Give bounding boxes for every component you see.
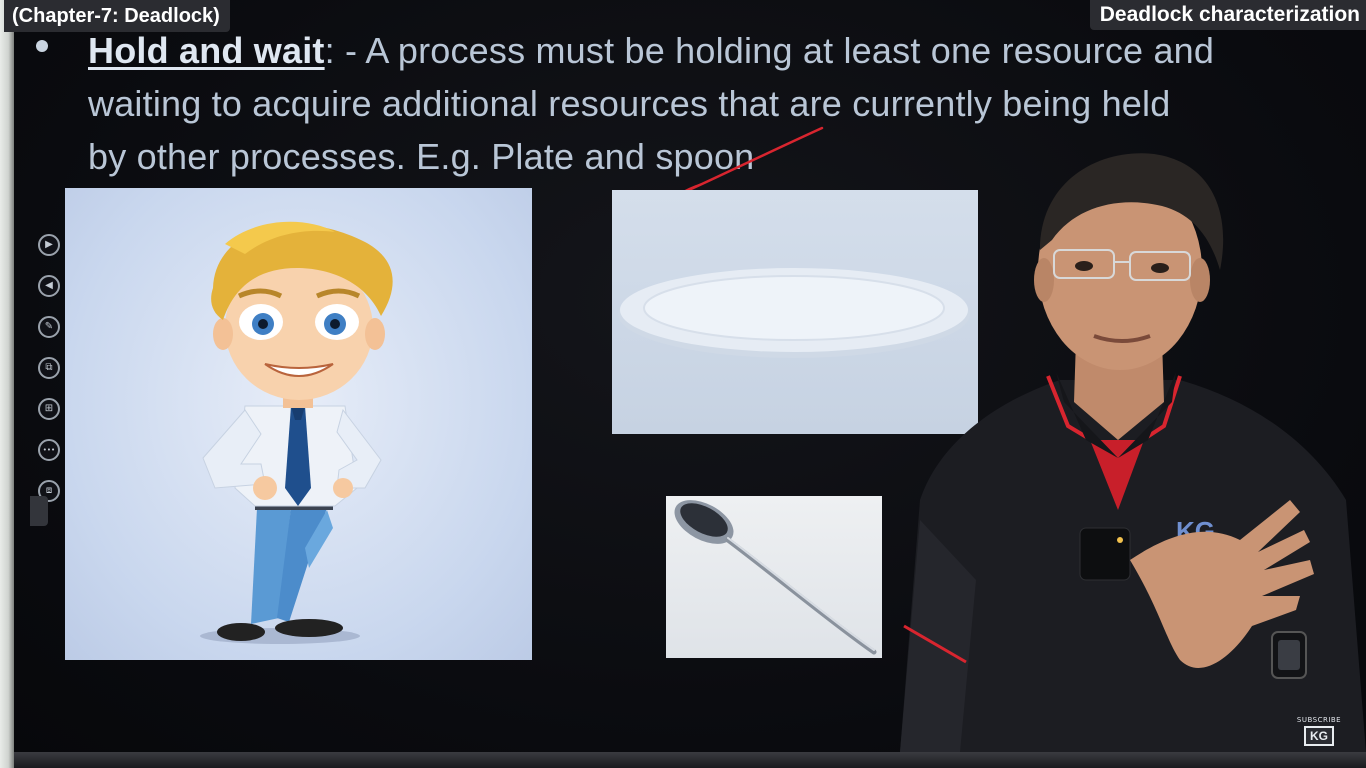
term-hold-and-wait: Hold and wait [88,30,325,71]
definition-line-2: waiting to acquire additional resources … [88,83,1171,124]
definition-line-1: : - A process must be holding at least o… [324,30,1215,71]
toolbar-handle[interactable] [30,496,48,526]
slides-icon[interactable]: ⧉ [38,357,60,379]
definition-line-3: by other processes. E.g. Plate and spoon [88,136,755,177]
kg-logo: KG [1304,726,1334,746]
screen-bottom-edge [14,752,1366,768]
spoon-image [666,496,882,658]
bullet-point [36,40,48,52]
background-wall [0,0,14,768]
subscribe-logo[interactable]: SUBSCRIBE KG [1294,716,1344,746]
previous-slide-icon[interactable]: ◀ [38,275,60,297]
topic-label: Deadlock characterization [1089,0,1366,30]
slideshow-toolbar: ▶ ◀ ✎ ⧉ ⊞ ••• ⧈ [34,230,66,530]
pen-annotation [678,126,824,196]
pen-icon[interactable]: ✎ [38,316,60,338]
zoom-icon[interactable]: ⊞ [38,398,60,420]
chapter-label: (Chapter-7: Deadlock) [4,0,230,32]
more-icon[interactable]: ••• [38,439,60,461]
presenter-illustration: KG [900,153,1366,752]
presenter-person: KG [880,140,1366,752]
cartoon-man-illustration [200,221,393,644]
spoon-illustration [674,500,877,655]
subscribe-text: SUBSCRIBE [1296,716,1342,724]
next-slide-icon[interactable]: ▶ [38,234,60,256]
cartoon-man-image [65,188,532,660]
